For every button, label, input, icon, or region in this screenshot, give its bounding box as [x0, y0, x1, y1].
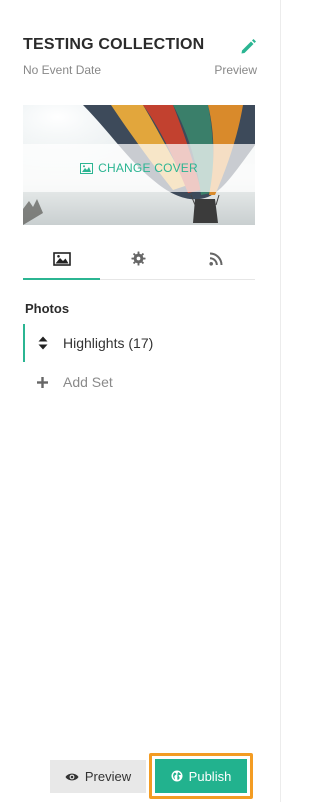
add-set-label: Add Set — [63, 374, 113, 390]
plus-icon — [37, 376, 48, 388]
publish-button[interactable]: Publish — [155, 759, 247, 793]
add-set-button[interactable]: Add Set — [23, 368, 255, 396]
preview-link[interactable]: Preview — [214, 63, 257, 77]
panel-divider — [280, 0, 281, 802]
publish-button-label: Publish — [188, 768, 232, 784]
collection-tabs — [23, 238, 255, 280]
preview-button[interactable]: Preview — [50, 760, 146, 793]
change-cover-label: CHANGE COVER — [98, 161, 198, 175]
gear-icon — [131, 251, 147, 266]
collection-sidebar: TESTING COLLECTION No Event Date Preview — [0, 0, 280, 802]
preview-button-label: Preview — [84, 769, 132, 784]
set-item-highlights[interactable]: Highlights (17) — [23, 324, 255, 362]
action-bar: Preview Publish — [50, 753, 253, 799]
collection-title: TESTING COLLECTION — [23, 36, 205, 53]
tab-feed[interactable] — [178, 238, 255, 279]
change-cover-button[interactable]: CHANGE COVER — [80, 161, 198, 175]
sort-icon[interactable] — [38, 336, 48, 350]
cover-image[interactable]: CHANGE COVER — [23, 105, 255, 225]
photos-section-title: Photos — [25, 301, 70, 316]
event-date: No Event Date — [23, 63, 102, 77]
publish-highlight: Publish — [149, 753, 253, 799]
pencil-icon[interactable] — [239, 37, 257, 55]
tab-photos[interactable] — [23, 238, 101, 280]
change-cover-overlay: CHANGE COVER — [23, 144, 255, 192]
tab-settings[interactable] — [100, 238, 177, 279]
collection-header: TESTING COLLECTION No Event Date Preview — [23, 36, 257, 77]
set-item-label: Highlights (17) — [63, 335, 154, 351]
globe-icon — [171, 770, 183, 782]
picture-icon — [80, 162, 94, 174]
eye-icon — [65, 773, 79, 780]
image-icon — [52, 251, 71, 266]
rss-icon — [209, 252, 223, 266]
